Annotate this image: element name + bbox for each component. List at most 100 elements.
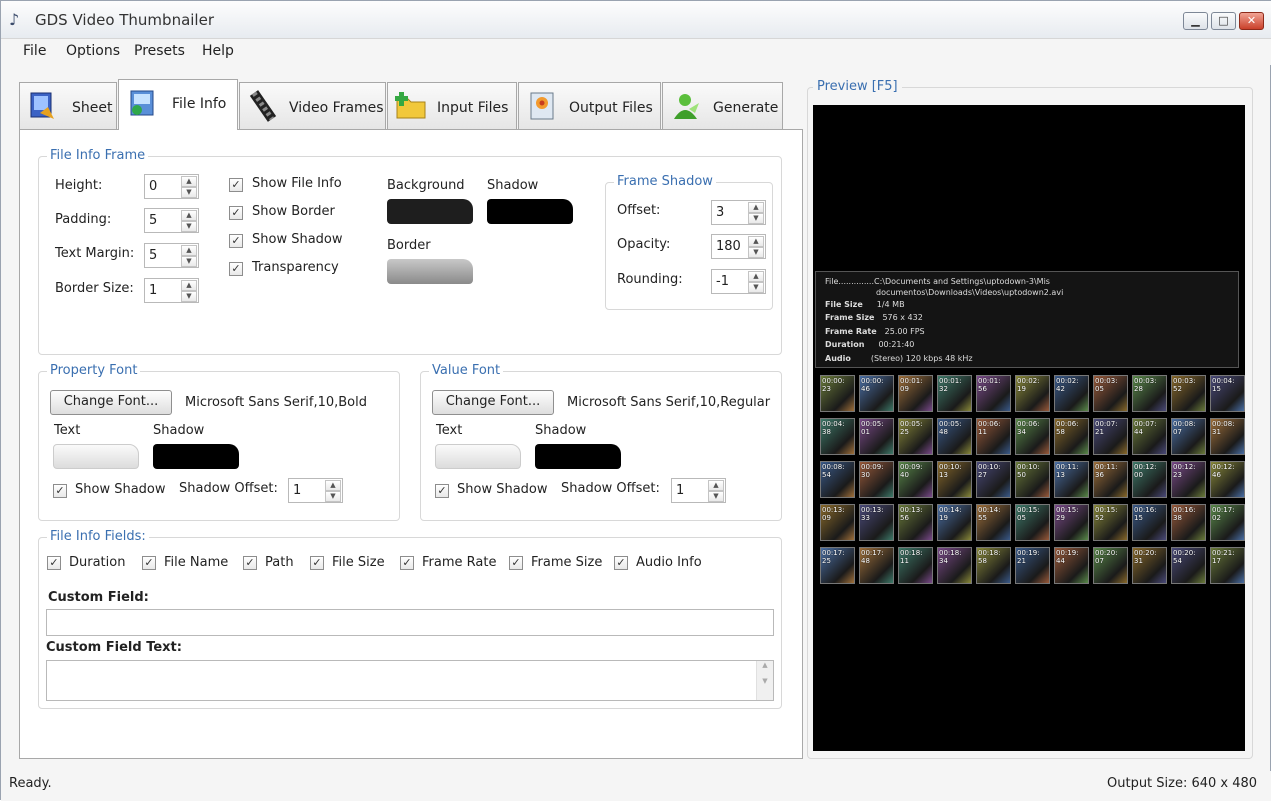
thumbnail-frame: 00:14: 19: [937, 504, 972, 541]
thumbnail-frame: 00:12: 46: [1210, 461, 1245, 498]
decrement-arrow-icon[interactable]: ▼: [181, 187, 197, 198]
thumbnail-frame: 00:07: 21: [1093, 418, 1128, 455]
decrement-arrow-icon[interactable]: ▼: [181, 221, 197, 232]
tab-generate[interactable]: Generate: [662, 82, 783, 129]
increment-arrow-icon[interactable]: ▲: [181, 245, 197, 256]
decrement-arrow-icon[interactable]: ▼: [181, 291, 197, 302]
transparency-label: Transparency: [252, 260, 339, 275]
rounding-stepper[interactable]: -1 ▲ ▼: [711, 269, 766, 294]
offset-stepper[interactable]: 3 ▲ ▼: [711, 200, 766, 225]
thumbnail-frame: 00:12: 00: [1132, 461, 1167, 498]
decrement-arrow-icon[interactable]: ▼: [748, 247, 764, 258]
output-size-text: Output Size: 640 x 480: [1107, 776, 1258, 791]
value-show-shadow-checkbox[interactable]: ✓: [435, 484, 449, 498]
property-change-font-button[interactable]: Change Font...: [50, 390, 172, 415]
decrement-arrow-icon[interactable]: ▼: [325, 491, 341, 502]
tab-output-files[interactable]: Output Files: [518, 82, 661, 129]
group-title: File Info Frame: [47, 148, 149, 163]
sheet-icon: [26, 89, 60, 123]
menu-presets[interactable]: Presets: [134, 43, 185, 59]
height-stepper[interactable]: 0 ▲ ▼: [144, 174, 199, 199]
show-file-info-checkbox[interactable]: ✓: [229, 178, 243, 192]
menu-file[interactable]: File: [23, 43, 46, 59]
info-line: File Size 1/4 MB: [825, 300, 905, 309]
menu-options[interactable]: Options: [66, 43, 120, 59]
status-text: Ready.: [9, 776, 52, 791]
thumbnail-timestamp: 00:19: 21: [1017, 549, 1040, 565]
decrement-arrow-icon[interactable]: ▼: [748, 213, 764, 224]
thumbnail-timestamp: 00:07: 21: [1095, 420, 1118, 436]
decrement-arrow-icon[interactable]: ▼: [708, 491, 724, 502]
increment-arrow-icon[interactable]: ▲: [181, 210, 197, 221]
value-text-color-swatch[interactable]: [435, 444, 521, 469]
thumbnail-timestamp: 00:11: 13: [1056, 463, 1079, 479]
tab-sheet[interactable]: Sheet: [19, 82, 117, 129]
thumbnail-frame: 00:06: 11: [976, 418, 1011, 455]
border-color-swatch[interactable]: [387, 259, 473, 284]
thumbnail-timestamp: 00:12: 46: [1212, 463, 1235, 479]
border-size-stepper[interactable]: 1 ▲ ▼: [144, 278, 199, 303]
custom-field-input[interactable]: [46, 609, 774, 636]
property-shadow-offset-stepper[interactable]: 1 ▲ ▼: [288, 478, 343, 503]
preview-file-info-frame: File..............C:\Documents and Setti…: [815, 271, 1239, 368]
value-shadow-color-label: Shadow: [535, 423, 587, 438]
border-color-label: Border: [387, 238, 431, 253]
increment-arrow-icon[interactable]: ▲: [181, 280, 197, 291]
increment-arrow-icon[interactable]: ▲: [325, 480, 341, 491]
property-text-color-swatch[interactable]: [53, 444, 139, 469]
thumbnail-frame: 00:15: 29: [1054, 504, 1089, 541]
property-shadow-color-swatch[interactable]: [153, 444, 239, 469]
transparency-checkbox[interactable]: ✓: [229, 262, 243, 276]
tab-strip: Sheet File Info Video Frames Input Files…: [19, 79, 805, 131]
frame-rate-checkbox[interactable]: ✓: [400, 556, 414, 570]
menu-help[interactable]: Help: [202, 43, 234, 59]
path-checkbox[interactable]: ✓: [243, 556, 257, 570]
file-size-checkbox[interactable]: ✓: [310, 556, 324, 570]
increment-arrow-icon[interactable]: ▲: [181, 176, 197, 187]
thumbnail-frame: 00:09: 30: [859, 461, 894, 498]
file-name-checkbox[interactable]: ✓: [142, 556, 156, 570]
thumbnail-frame: 00:18: 34: [937, 547, 972, 584]
increment-arrow-icon[interactable]: ▲: [748, 271, 764, 282]
value-shadow-color-swatch[interactable]: [535, 444, 621, 469]
audio-info-checkbox[interactable]: ✓: [614, 556, 628, 570]
rounding-label: Rounding:: [617, 272, 683, 287]
increment-arrow-icon[interactable]: ▲: [708, 480, 724, 491]
opacity-stepper[interactable]: 180 ▲ ▼: [711, 234, 766, 259]
show-shadow-checkbox[interactable]: ✓: [229, 234, 243, 248]
thumbnail-timestamp: 00:20: 54: [1173, 549, 1196, 565]
value-shadow-offset-label: Shadow Offset:: [561, 481, 660, 496]
close-button[interactable]: ✕: [1239, 12, 1264, 30]
scrollbar[interactable]: ▲ ▼: [756, 661, 773, 700]
thumbnail-timestamp: 00:05: 25: [900, 420, 923, 436]
padding-stepper[interactable]: 5 ▲ ▼: [144, 208, 199, 233]
thumbnail-frame: 00:00: 46: [859, 375, 894, 412]
tab-input-files[interactable]: Input Files: [387, 82, 517, 129]
tab-file-info[interactable]: File Info: [118, 79, 238, 130]
thumbnail-frame: 00:06: 58: [1054, 418, 1089, 455]
thumbnail-frame: 00:17: 25: [820, 547, 855, 584]
custom-field-text-area[interactable]: ▲ ▼: [46, 660, 774, 701]
minimize-button[interactable]: ▁: [1183, 12, 1208, 30]
increment-arrow-icon[interactable]: ▲: [748, 236, 764, 247]
duration-checkbox[interactable]: ✓: [47, 556, 61, 570]
background-color-label: Background: [387, 178, 465, 193]
tab-video-frames[interactable]: Video Frames: [239, 82, 386, 129]
background-color-swatch[interactable]: [387, 199, 473, 224]
increment-arrow-icon[interactable]: ▲: [748, 202, 764, 213]
decrement-arrow-icon[interactable]: ▼: [181, 256, 197, 267]
text-margin-stepper[interactable]: 5 ▲ ▼: [144, 243, 199, 268]
value-change-font-button[interactable]: Change Font...: [432, 390, 554, 415]
shadow-color-swatch[interactable]: [487, 199, 573, 224]
offset-label: Offset:: [617, 203, 661, 218]
show-border-checkbox[interactable]: ✓: [229, 206, 243, 220]
decrement-arrow-icon[interactable]: ▼: [748, 282, 764, 293]
frame-size-checkbox[interactable]: ✓: [509, 556, 523, 570]
maximize-button[interactable]: □: [1211, 12, 1236, 30]
show-border-label: Show Border: [252, 204, 335, 219]
property-show-shadow-checkbox[interactable]: ✓: [53, 484, 67, 498]
value-shadow-offset-stepper[interactable]: 1 ▲ ▼: [671, 478, 726, 503]
property-shadow-offset-label: Shadow Offset:: [179, 481, 278, 496]
audio-info-label: Audio Info: [636, 555, 702, 570]
thumbnail-frame: 00:21: 17: [1210, 547, 1245, 584]
